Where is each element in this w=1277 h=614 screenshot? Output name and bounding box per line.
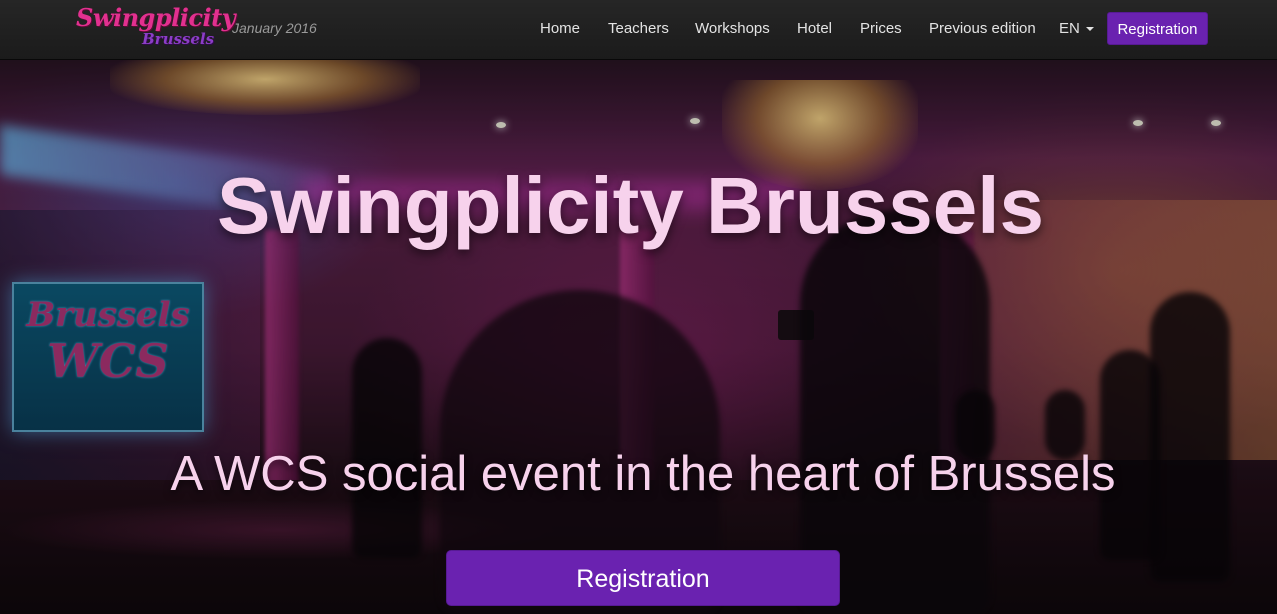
nav-item-prices[interactable]: Prices <box>860 20 902 37</box>
hero-section: Brussels WCS Swingplicity Brussels A WCS… <box>0 60 1277 614</box>
nav-menu: Home Teachers Workshops Hotel Prices Pre… <box>0 0 1277 59</box>
nav-item-hotel[interactable]: Hotel <box>797 20 832 37</box>
nav-registration-button[interactable]: Registration <box>1107 12 1208 45</box>
language-dropdown[interactable]: EN <box>1059 20 1094 37</box>
hero-overlay <box>0 60 1277 614</box>
caret-down-icon <box>1085 27 1094 32</box>
nav-item-workshops[interactable]: Workshops <box>695 20 770 37</box>
top-navbar: Swingplicity Brussels January 2016 Home … <box>0 0 1277 60</box>
hero-subtitle: A WCS social event in the heart of Bruss… <box>170 447 1116 501</box>
language-label: EN <box>1059 20 1080 37</box>
hero-title: Swingplicity Brussels <box>217 161 1044 250</box>
nav-item-previous-edition[interactable]: Previous edition <box>929 20 1036 37</box>
nav-item-home[interactable]: Home <box>540 20 580 37</box>
hero-registration-button[interactable]: Registration <box>446 550 840 606</box>
nav-item-teachers[interactable]: Teachers <box>608 20 669 37</box>
